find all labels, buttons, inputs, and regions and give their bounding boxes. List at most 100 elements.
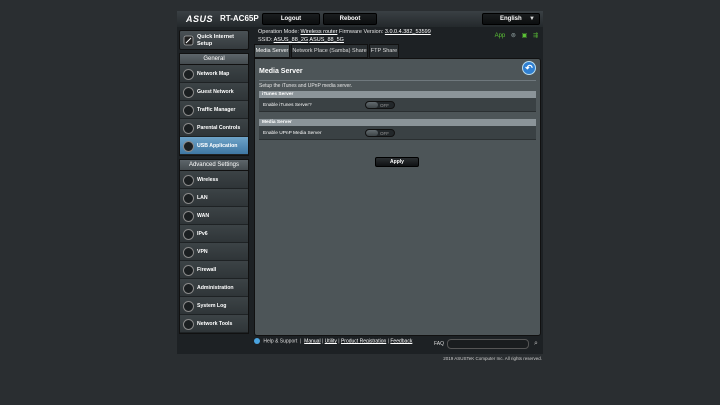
guest-network-icon: [183, 87, 194, 98]
sidebar-item-label: USB Application: [197, 143, 238, 149]
vpn-icon: [183, 247, 194, 258]
sidebar-item-traffic-manager[interactable]: Traffic Manager: [180, 101, 248, 119]
toggle-knob: [366, 102, 378, 108]
help-icon: [254, 338, 260, 344]
itunes-section-header: iTunes Server: [259, 91, 536, 98]
tab-samba-share[interactable]: Network Place (Samba) Share: [291, 44, 368, 58]
sidebar-item-lan[interactable]: LAN: [180, 189, 248, 207]
itunes-row: Enable iTunes Server? OFF: [259, 98, 536, 112]
wan-globe-icon: [183, 211, 194, 222]
media-server-section-header: Media Server: [259, 119, 536, 126]
lan-icon: [183, 193, 194, 204]
ipv6-globe-icon: [183, 229, 194, 240]
upnp-toggle-state: OFF: [380, 131, 389, 136]
model-name: RT-AC65P: [220, 14, 259, 23]
search-icon[interactable]: ⌕: [531, 339, 541, 349]
top-header: ASUS RT-AC65P Logout Reboot English ▼: [177, 11, 543, 27]
sidebar-item-label: Traffic Manager: [197, 107, 236, 113]
tab-ftp-share[interactable]: FTP Share: [369, 44, 399, 58]
main-content: Media Server ↶ Setup the iTunes and UPnP…: [254, 58, 541, 336]
setup-wand-icon: [183, 35, 194, 46]
ssid-2g[interactable]: ASUS_88_2G: [274, 37, 309, 43]
sidebar-item-label: WAN: [197, 213, 210, 219]
sidebar-item-label: IPv6: [197, 231, 208, 237]
internet-status-icon[interactable]: ⊚: [511, 33, 516, 39]
faq-label: FAQ: [434, 341, 445, 347]
itunes-toggle[interactable]: OFF: [365, 101, 395, 109]
copyright-text: 2019 ASUSTeK Computer Inc. All rights re…: [443, 356, 542, 361]
usb-application-icon: [183, 141, 194, 152]
back-arrow-icon[interactable]: ↶: [522, 61, 536, 75]
footer-links: Help & Support | Manual | Utility | Prod…: [254, 338, 412, 344]
sidebar-item-label: Wireless: [197, 177, 219, 183]
sidebar-item-ipv6[interactable]: IPv6: [180, 225, 248, 243]
page-description: Setup the iTunes and UPnP media server.: [259, 83, 353, 89]
advanced-menu: Advanced Settings Wireless LAN WAN IPv6 …: [179, 159, 249, 334]
sidebar-item-system-log[interactable]: System Log: [180, 297, 248, 315]
toggle-knob: [366, 130, 378, 136]
app-link[interactable]: App: [495, 33, 506, 39]
reboot-button[interactable]: Reboot: [323, 13, 377, 25]
sidebar-item-label: Parental Controls: [197, 125, 241, 131]
ssid-label: SSID:: [258, 37, 273, 43]
system-log-icon: [183, 301, 194, 312]
chevron-down-icon: ▼: [529, 16, 535, 22]
usb-status-icon[interactable]: ⇶: [533, 33, 538, 39]
administration-icon: [183, 283, 194, 294]
wireless-icon: [183, 175, 194, 186]
sidebar-item-label: Administration: [197, 285, 234, 291]
op-mode-link[interactable]: Wireless router: [301, 29, 338, 35]
network-map-icon: [183, 69, 194, 80]
title-divider: [259, 80, 536, 81]
status-info: Operation Mode: Wireless router Firmware…: [258, 28, 431, 44]
wifi-status-icon[interactable]: ▣: [522, 33, 528, 39]
status-icons: App ⊚ ▣ ⇶: [491, 32, 538, 39]
firewall-icon: [183, 265, 194, 276]
sidebar-item-wireless[interactable]: Wireless: [180, 171, 248, 189]
firmware-label: Firmware Version:: [339, 29, 384, 35]
sidebar-item-network-map[interactable]: Network Map: [180, 65, 248, 83]
qis-label: Quick Internet Setup: [197, 34, 234, 47]
page-title: Media Server: [259, 68, 303, 75]
utility-link[interactable]: Utility: [325, 338, 337, 344]
itunes-label: Enable iTunes Server?: [263, 103, 312, 108]
network-tools-gear-icon: [183, 319, 194, 330]
sidebar-item-firewall[interactable]: Firewall: [180, 261, 248, 279]
tab-media-server[interactable]: Media Server: [254, 44, 290, 58]
product-registration-link[interactable]: Product Registration: [341, 338, 386, 344]
sidebar-item-label: Guest Network: [197, 89, 234, 95]
faq-search-input[interactable]: [447, 339, 529, 349]
ssid-5g[interactable]: ASUS_88_5G: [309, 37, 344, 43]
upnp-row: Enable UPnP Media Server OFF: [259, 126, 536, 140]
language-value: English: [500, 16, 522, 22]
asus-logo: ASUS: [186, 14, 214, 24]
firmware-link[interactable]: 3.0.0.4.382_53599: [385, 29, 431, 35]
sidebar-item-network-tools[interactable]: Network Tools: [180, 315, 248, 333]
apply-button[interactable]: Apply: [375, 157, 419, 167]
advanced-heading: Advanced Settings: [180, 160, 248, 171]
sidebar-item-label: VPN: [197, 249, 208, 255]
sidebar-item-administration[interactable]: Administration: [180, 279, 248, 297]
language-select[interactable]: English ▼: [482, 13, 540, 25]
sidebar-item-parental-controls[interactable]: Parental Controls: [180, 119, 248, 137]
feedback-link[interactable]: Feedback: [390, 338, 412, 344]
upnp-label: Enable UPnP Media Server: [263, 131, 322, 136]
itunes-toggle-state: OFF: [380, 103, 389, 108]
traffic-manager-icon: [183, 105, 194, 116]
logout-button[interactable]: Logout: [262, 13, 320, 25]
sidebar-item-label: LAN: [197, 195, 208, 201]
manual-link[interactable]: Manual: [304, 338, 320, 344]
sidebar-item-usb-application[interactable]: USB Application: [180, 137, 248, 155]
sidebar-item-label: Network Map: [197, 71, 230, 77]
sidebar-item-guest-network[interactable]: Guest Network: [180, 83, 248, 101]
upnp-toggle[interactable]: OFF: [365, 129, 395, 137]
sidebar-item-label: Network Tools: [197, 321, 233, 327]
op-mode-label: Operation Mode:: [258, 29, 299, 35]
sidebar-item-wan[interactable]: WAN: [180, 207, 248, 225]
sidebar-item-label: System Log: [197, 303, 227, 309]
quick-internet-setup-button[interactable]: Quick Internet Setup: [179, 30, 249, 50]
sidebar-item-label: Firewall: [197, 267, 217, 273]
sidebar-item-vpn[interactable]: VPN: [180, 243, 248, 261]
help-support-label: Help & Support: [263, 338, 298, 345]
router-admin-frame: ASUS RT-AC65P Logout Reboot English ▼ Op…: [177, 11, 543, 354]
